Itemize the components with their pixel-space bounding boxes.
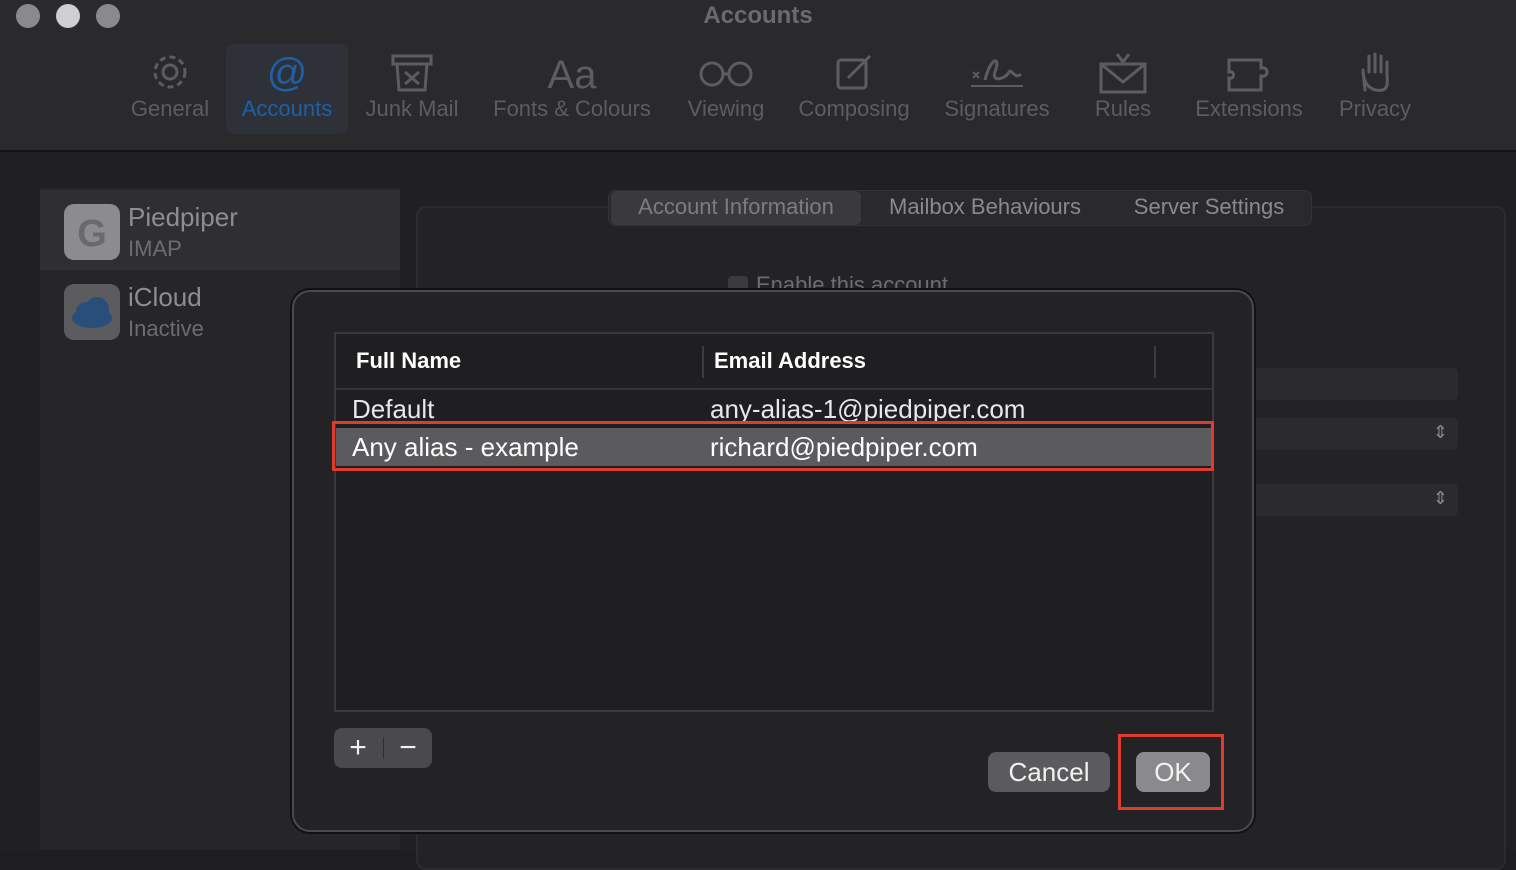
account-name: iCloud	[128, 282, 202, 312]
signature-icon	[936, 50, 1058, 94]
remove-alias-button[interactable]: −	[384, 728, 432, 768]
cancel-button[interactable]: Cancel	[988, 752, 1110, 792]
account-type: Inactive	[128, 316, 204, 341]
toolbar-fonts-colours[interactable]: Aa Fonts & Colours	[484, 44, 660, 134]
toolbar-junk-mail[interactable]: Junk Mail	[356, 44, 468, 134]
account-name: Piedpiper	[128, 202, 238, 232]
svg-text:G: G	[77, 213, 107, 255]
toolbar-extensions[interactable]: Extensions	[1188, 44, 1310, 134]
junk-bin-icon	[356, 50, 468, 94]
updown-chevron-icon: ⇕	[1432, 422, 1448, 442]
updown-chevron-icon: ⇕	[1432, 488, 1448, 508]
hand-icon	[1330, 50, 1420, 94]
toolbar-signatures[interactable]: Signatures	[936, 44, 1058, 134]
toolbar-accounts[interactable]: @ Accounts	[226, 44, 348, 134]
column-header-full-name[interactable]: Full Name	[356, 334, 461, 388]
glasses-icon	[680, 50, 772, 94]
tab-mailbox-behaviours[interactable]: Mailbox Behaviours	[865, 191, 1105, 225]
toolbar-label: Accounts	[241, 96, 333, 121]
preferences-window: Accounts General @ Accounts Junk Mail Aa…	[0, 0, 1516, 870]
toolbar-label: Composing	[798, 96, 910, 121]
tab-bar: Account Information Mailbox Behaviours S…	[608, 190, 1312, 226]
at-sign-icon: @	[226, 50, 348, 94]
toolbar-general[interactable]: General	[118, 44, 222, 134]
column-divider[interactable]	[1154, 346, 1156, 378]
icloud-icon	[64, 284, 120, 340]
background-popup-1[interactable]: ⇕	[1250, 418, 1458, 450]
svg-text:Aa: Aa	[548, 53, 598, 94]
add-remove-control: + −	[334, 728, 432, 768]
alias-table: Full Name Email Address Default any-alia…	[334, 332, 1214, 712]
toolbar-label: Junk Mail	[365, 96, 459, 121]
toolbar-label: Signatures	[944, 96, 1050, 121]
toolbar-label: Fonts & Colours	[493, 96, 651, 121]
gear-icon	[118, 50, 222, 94]
toolbar-composing[interactable]: Composing	[790, 44, 918, 134]
ok-button-highlight	[1118, 734, 1224, 810]
title-bar: Accounts General @ Accounts Junk Mail Aa…	[0, 0, 1516, 152]
puzzle-piece-icon	[1188, 50, 1310, 94]
background-popup-2[interactable]: ⇕	[1250, 484, 1458, 516]
toolbar-label: Rules	[1094, 96, 1152, 121]
toolbar-label: Viewing	[687, 96, 765, 121]
envelope-rules-icon	[1082, 50, 1164, 94]
sidebar-item-piedpiper[interactable]: G Piedpiper IMAP	[40, 190, 400, 270]
toolbar-viewing[interactable]: Viewing	[680, 44, 772, 134]
toolbar-rules[interactable]: Rules	[1082, 44, 1164, 134]
email-alias-dialog: Full Name Email Address Default any-alia…	[292, 290, 1254, 832]
compose-pencil-icon	[790, 50, 918, 94]
window-title: Accounts	[703, 2, 813, 29]
toolbar-label: Extensions	[1195, 96, 1303, 121]
column-divider[interactable]	[702, 346, 704, 378]
column-header-email[interactable]: Email Address	[714, 334, 866, 388]
svg-text:@: @	[267, 51, 308, 94]
toolbar-privacy[interactable]: Privacy	[1330, 44, 1420, 134]
account-type: IMAP	[128, 236, 182, 261]
font-aa-icon: Aa	[484, 50, 660, 94]
add-alias-button[interactable]: +	[334, 728, 382, 768]
tab-account-information[interactable]: Account Information	[611, 191, 861, 225]
tab-server-settings[interactable]: Server Settings	[1109, 191, 1309, 225]
background-text-field[interactable]	[1250, 368, 1458, 400]
google-icon: G	[64, 204, 120, 260]
toolbar-label: Privacy	[1338, 96, 1412, 121]
selected-row-highlight	[332, 421, 1214, 471]
toolbar-label: General	[130, 96, 210, 121]
